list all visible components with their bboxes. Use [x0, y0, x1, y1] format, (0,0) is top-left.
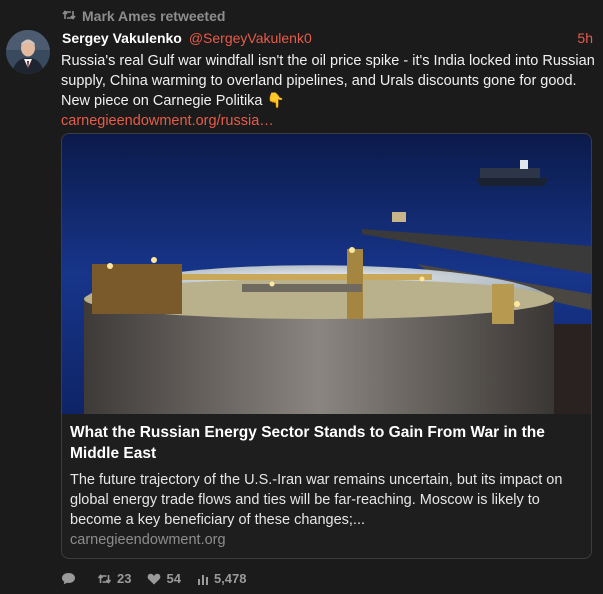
card-description: The future trajectory of the U.S.-Iran w…	[70, 472, 563, 528]
card-image[interactable]	[62, 134, 591, 414]
tweet-body: Russia's real Gulf war windfall isn't th…	[61, 51, 596, 131]
display-name[interactable]: Sergey Vakulenko	[62, 30, 182, 46]
retweet-icon	[62, 8, 76, 24]
bar-chart-icon	[197, 573, 209, 585]
tweet-actions: 23 54 5,478	[61, 571, 262, 586]
heart-icon	[147, 573, 161, 585]
retweet-count: 23	[117, 571, 132, 586]
like-button[interactable]: 54	[147, 571, 181, 586]
views-button[interactable]: 5,478	[197, 571, 247, 586]
retweet-button[interactable]: 23	[97, 571, 131, 586]
like-count: 54	[166, 571, 181, 586]
tweet-text: Russia's real Gulf war windfall isn't th…	[61, 53, 595, 109]
reply-icon	[61, 572, 76, 585]
link-card[interactable]: What the Russian Energy Sector Stands to…	[61, 133, 592, 559]
view-count: 5,478	[213, 571, 247, 586]
user-handle[interactable]: @SergeyVakulenk0	[189, 30, 312, 46]
pointing-down-emoji: 👇	[266, 93, 285, 109]
retweet-indicator: Mark Ames retweeted	[62, 8, 225, 24]
retweet-icon	[97, 573, 112, 585]
timestamp[interactable]: 5h	[577, 30, 593, 46]
card-title[interactable]: What the Russian Energy Sector Stands to…	[70, 422, 582, 464]
reply-button[interactable]	[61, 572, 81, 585]
tweet-link[interactable]: carnegieendowment.org/russia…	[61, 113, 274, 129]
card-domain[interactable]: carnegieendowment.org	[70, 532, 226, 548]
retweet-label: Mark Ames retweeted	[82, 8, 226, 24]
avatar[interactable]	[6, 30, 50, 74]
tweet-header: Sergey Vakulenko @SergeyVakulenk0 5h	[62, 30, 593, 46]
